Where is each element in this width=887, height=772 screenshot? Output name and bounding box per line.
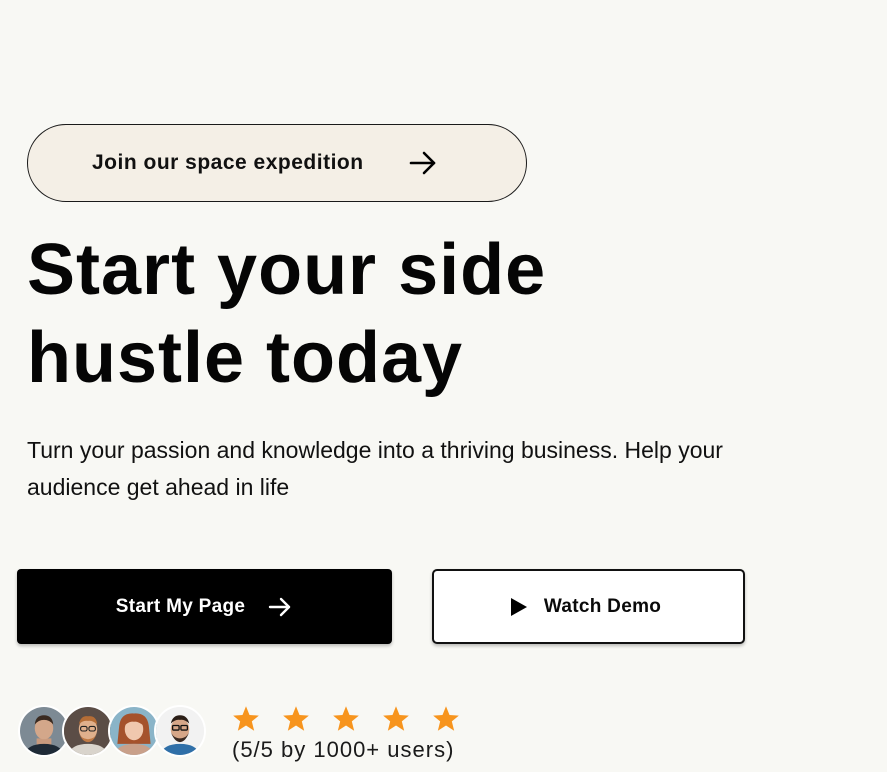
play-icon (510, 597, 528, 617)
hero-subtext: Turn your passion and knowledge into a t… (27, 437, 723, 500)
star-rating (232, 704, 492, 734)
join-expedition-label: Join our space expedition (92, 151, 364, 174)
star-icon (382, 705, 414, 733)
arrow-right-icon (267, 594, 293, 620)
star-icon (232, 705, 264, 733)
headline-line-2: hustle today (27, 318, 464, 398)
page-title: Start your side hustle today (27, 226, 727, 402)
headline-line-1: Start your side (27, 230, 547, 310)
user-avatar-4 (154, 705, 206, 757)
star-icon (282, 705, 314, 733)
start-my-page-button[interactable]: Start My Page (17, 569, 392, 644)
user-avatar-3 (108, 705, 160, 757)
join-expedition-pill[interactable]: Join our space expedition (27, 124, 527, 202)
landing-hero: Join our space expedition Start your sid… (0, 0, 887, 772)
rating-block: (5/5 by 1000+ users) (232, 704, 492, 763)
user-avatar-2 (62, 705, 114, 757)
watch-demo-label: Watch Demo (543, 595, 662, 617)
star-icon (432, 705, 464, 733)
arrow-right-icon (408, 148, 438, 178)
user-avatars (18, 705, 208, 757)
start-my-page-label: Start My Page (115, 595, 246, 617)
watch-demo-button[interactable]: Watch Demo (432, 569, 745, 644)
rating-text: (5/5 by 1000+ users) (232, 737, 455, 762)
star-icon (332, 705, 364, 733)
